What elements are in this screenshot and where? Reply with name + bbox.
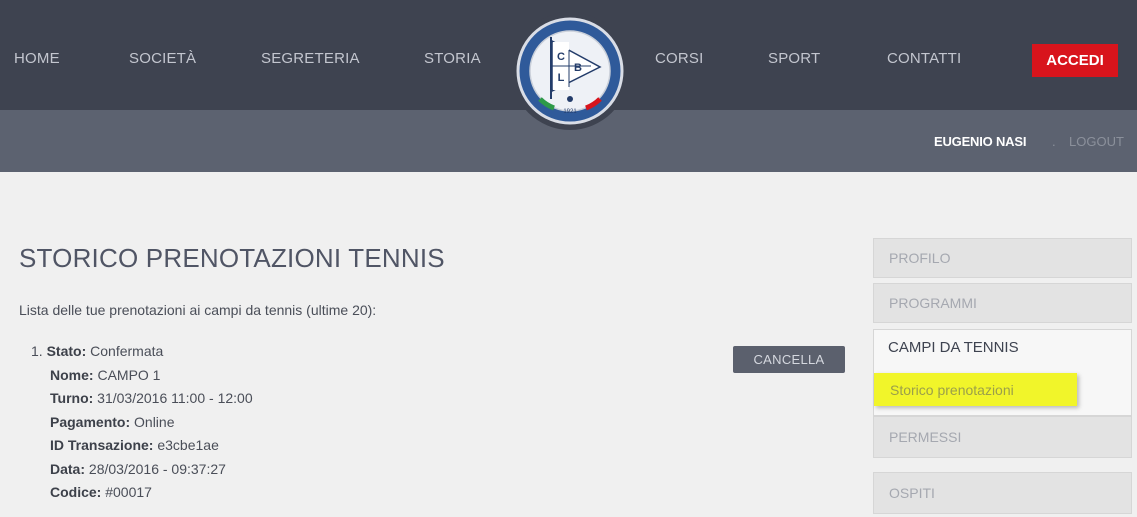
booking-field-payment: Pagamento: Online — [31, 411, 253, 435]
logout-link[interactable]: LOGOUT — [1069, 134, 1124, 149]
login-button[interactable]: ACCEDI — [1032, 44, 1118, 77]
field-value: Online — [134, 413, 175, 430]
page-title: STORICO PRENOTAZIONI TENNIS — [19, 243, 445, 273]
field-value: 28/03/2016 - 09:37:27 — [88, 460, 226, 477]
intro-text: Lista delle tue prenotazioni ai campi da… — [19, 302, 377, 318]
nav-storia[interactable]: STORIA — [424, 50, 481, 67]
field-value: CAMPO 1 — [97, 366, 161, 383]
logo-letter-b: B — [574, 62, 582, 74]
nav-sport[interactable]: SPORT — [768, 50, 820, 67]
club-pennant-logo-icon: C L B 1921 — [516, 17, 624, 125]
user-name[interactable]: EUGENIO NASI — [934, 134, 1026, 149]
field-label: Turno: — [50, 390, 94, 406]
sidebar-subitem-booking-history[interactable]: Storico prenotazioni — [874, 373, 1077, 406]
field-label: Data: — [50, 460, 86, 477]
field-value: Confermata — [90, 343, 164, 359]
nav-corsi[interactable]: CORSI — [655, 50, 704, 67]
logo-letter-l: L — [558, 72, 565, 84]
field-label: Nome: — [50, 366, 94, 383]
booking-field-date: Data: 28/03/2016 - 09:37:27 — [31, 458, 253, 482]
sidebar-item-tennis[interactable]: CAMPI DA TENNIS — [888, 339, 1019, 356]
booking-field-transaction-id: ID Transazione: e3cbe1ae — [31, 434, 253, 458]
booking-field-code: Codice: #00017 — [31, 481, 253, 505]
nav-societa[interactable]: SOCIETÀ — [129, 50, 196, 67]
nav-contatti[interactable]: CONTATTI — [887, 50, 961, 67]
sidebar-item-profile[interactable]: PROFILO — [873, 238, 1132, 278]
field-label: Pagamento: — [50, 413, 131, 430]
logo-year: 1921 — [563, 109, 577, 115]
field-label: Codice: — [50, 484, 102, 500]
logo-letter-c: C — [557, 51, 565, 63]
user-separator: . — [1052, 134, 1056, 149]
field-value: 31/03/2016 11:00 - 12:00 — [97, 390, 253, 406]
sidebar-item-guests[interactable]: OSPITI — [873, 472, 1132, 514]
field-label: ID Transazione: — [50, 437, 154, 453]
booking-field-status: 1. Stato: Confermata — [31, 340, 253, 364]
nav-home[interactable]: HOME — [14, 50, 60, 67]
booking-item: 1. Stato: Confermata Nome: CAMPO 1 Turno… — [31, 340, 253, 505]
sidebar-item-programs[interactable]: PROGRAMMI — [873, 283, 1132, 323]
nav-segreteria[interactable]: SEGRETERIA — [261, 50, 360, 67]
field-label: Stato: — [46, 343, 87, 359]
field-value: e3cbe1ae — [157, 437, 219, 453]
club-logo[interactable]: C L B 1921 — [511, 12, 629, 130]
sidebar-item-permits[interactable]: PERMESSI — [873, 416, 1132, 458]
booking-number: 1. — [31, 343, 43, 359]
booking-field-name: Nome: CAMPO 1 — [31, 364, 253, 388]
booking-field-slot: Turno: 31/03/2016 11:00 - 12:00 — [31, 387, 253, 411]
cancel-booking-button[interactable]: CANCELLA — [733, 346, 845, 373]
field-value: #00017 — [105, 484, 152, 500]
